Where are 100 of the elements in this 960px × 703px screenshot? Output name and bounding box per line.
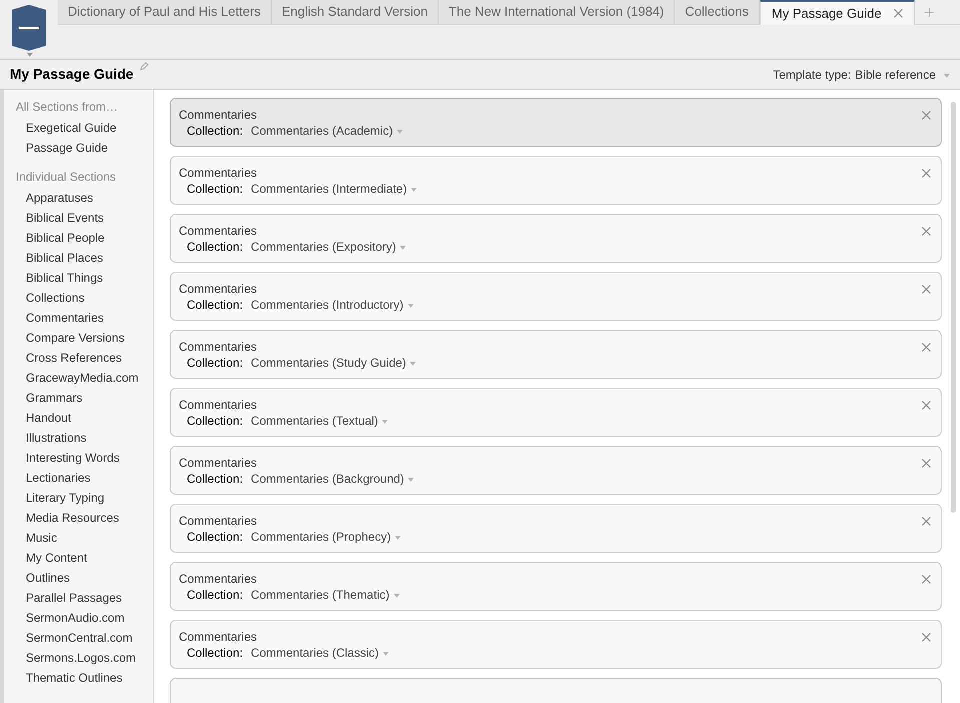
close-icon[interactable] xyxy=(922,285,931,294)
caret-icon xyxy=(394,594,400,598)
caret-icon xyxy=(408,478,414,482)
collection-dropdown[interactable]: Commentaries (Background) xyxy=(251,471,414,487)
sidebar-item[interactable]: GracewayMedia.com xyxy=(16,368,153,388)
close-icon[interactable] xyxy=(922,517,931,526)
section-title: Commentaries xyxy=(179,397,258,413)
section-title: Commentaries xyxy=(179,513,258,529)
section-title: Commentaries xyxy=(179,107,258,123)
section-card[interactable]: Commentaries Collection: Commentaries (Intermediate) xyxy=(170,156,942,205)
section-card[interactable]: Commentaries Collection: Commentaries (Classic) xyxy=(170,620,942,669)
caret-icon xyxy=(400,246,406,250)
field-label: Collection: xyxy=(187,413,244,429)
tab[interactable]: Dictionary of Paul and His Letters xyxy=(58,0,272,25)
template-type-dropdown[interactable]: Template type: Bible reference xyxy=(773,66,950,84)
sidebar-item[interactable]: Exegetical Guide xyxy=(16,118,153,138)
caret-icon xyxy=(382,420,388,424)
tab[interactable]: The New International Version (1984) xyxy=(438,0,676,25)
collection-dropdown[interactable]: Commentaries (Thematic) xyxy=(251,587,400,603)
sidebar-item[interactable]: Parallel Passages xyxy=(16,588,153,608)
collection-dropdown[interactable]: Commentaries (Expository) xyxy=(251,239,406,255)
field-label: Collection: xyxy=(187,587,244,603)
field-label: Collection: xyxy=(187,471,244,487)
caret-icon[interactable] xyxy=(27,53,33,57)
close-icon[interactable] xyxy=(922,169,931,178)
section-card[interactable]: Commentaries Collection: Commentaries (Prophecy) xyxy=(170,504,942,553)
field-label: Collection: xyxy=(187,529,244,545)
section-title: Commentaries xyxy=(179,281,258,297)
close-icon[interactable] xyxy=(922,227,931,236)
sidebar-item[interactable]: Passage Guide xyxy=(16,138,153,158)
section-card[interactable]: Commentaries Collection: Commentaries (Academic) xyxy=(170,98,942,147)
close-icon[interactable] xyxy=(922,343,931,352)
section-card[interactable]: Commentaries Collection: Commentaries (Thematic) xyxy=(170,562,942,611)
collection-dropdown[interactable]: Commentaries (Introductory) xyxy=(251,297,414,313)
collection-dropdown[interactable]: Commentaries (Academic) xyxy=(251,123,404,139)
caret-icon xyxy=(411,188,418,192)
sidebar-item[interactable]: Lectionaries xyxy=(16,468,153,488)
sidebar-item[interactable]: Biblical Things xyxy=(16,268,153,288)
sidebar-item[interactable]: Music xyxy=(16,528,153,548)
close-icon[interactable] xyxy=(922,459,931,468)
sidebar-item[interactable]: Media Resources xyxy=(16,508,153,528)
sidebar-item[interactable]: Cross References xyxy=(16,348,153,368)
sidebar-heading: All Sections from… xyxy=(16,99,120,116)
caret-icon xyxy=(397,130,404,134)
field-label: Collection: xyxy=(187,297,244,313)
tab[interactable]: My Passage Guide xyxy=(760,0,915,25)
section-title: Commentaries xyxy=(179,571,258,587)
sidebar-heading: Individual Sections xyxy=(16,169,118,186)
close-icon[interactable] xyxy=(922,111,931,120)
sidebar-item[interactable]: Sermons.Logos.com xyxy=(16,648,153,668)
section-title: Commentaries xyxy=(179,455,258,471)
section-title: Commentaries xyxy=(179,629,258,645)
caret-icon xyxy=(395,536,402,540)
pencil-icon[interactable] xyxy=(140,62,149,71)
close-icon[interactable] xyxy=(894,9,903,18)
sidebar-item[interactable]: Commentaries xyxy=(16,308,153,328)
sidebar-item[interactable]: Illustrations xyxy=(16,428,153,448)
tab[interactable]: Collections xyxy=(675,0,760,25)
sidebar-item[interactable]: SermonCentral.com xyxy=(16,628,153,648)
section-card[interactable]: Commentaries Collection: Commentaries (Study Guide) xyxy=(170,330,942,379)
sidebar-item[interactable]: Collections xyxy=(16,288,153,308)
section-card[interactable]: Commentaries Collection: Commentaries (Introductory) xyxy=(170,272,942,321)
sidebar-item[interactable]: Biblical Places xyxy=(16,248,153,268)
sidebar-item[interactable]: Outlines xyxy=(16,568,153,588)
close-icon[interactable] xyxy=(922,575,931,584)
sidebar-item[interactable]: Biblical People xyxy=(16,228,153,248)
sidebar-item[interactable]: Handout xyxy=(16,408,153,428)
sidebar-item[interactable]: Apparatuses xyxy=(16,188,153,208)
collection-dropdown[interactable]: Commentaries (Intermediate) xyxy=(251,181,418,197)
field-label: Collection: xyxy=(187,123,244,139)
guide-title: My Passage Guide xyxy=(10,65,134,84)
close-icon[interactable] xyxy=(922,401,931,410)
collection-dropdown[interactable]: Commentaries (Classic) xyxy=(251,645,390,661)
collection-dropdown[interactable]: Commentaries (Prophecy) xyxy=(251,529,402,545)
sidebar-item[interactable]: Literary Typing xyxy=(16,488,153,508)
field-label: Collection: xyxy=(187,239,244,255)
sidebar-item[interactable]: SermonAudio.com xyxy=(16,608,153,628)
field-label: Collection: xyxy=(187,181,244,197)
caret-icon xyxy=(410,362,416,366)
section-title: Commentaries xyxy=(179,223,258,239)
sidebar-item[interactable]: Thematic Outlines xyxy=(16,668,153,688)
section-card[interactable]: Commentaries Collection: Commentaries (Expository) xyxy=(170,214,942,263)
sidebar-item[interactable]: Compare Versions xyxy=(16,328,153,348)
section-card[interactable]: Commentaries Collection: Commentaries (Textual) xyxy=(170,388,942,437)
collection-dropdown[interactable]: Commentaries (Textual) xyxy=(251,413,388,429)
tab[interactable]: English Standard Version xyxy=(272,0,439,25)
section-title: Commentaries xyxy=(179,165,258,181)
caret-icon xyxy=(944,74,950,78)
section-title: Commentaries xyxy=(179,339,258,355)
field-label: Collection: xyxy=(187,355,244,371)
sidebar-item[interactable]: Biblical Events xyxy=(16,208,153,228)
app-logo-icon[interactable] xyxy=(12,5,46,51)
sidebar-item[interactable]: Interesting Words xyxy=(16,448,153,468)
sidebar-item[interactable]: Grammars xyxy=(16,388,153,408)
add-tab-icon[interactable] xyxy=(924,8,934,16)
scrollbar-thumb[interactable] xyxy=(950,102,956,513)
sidebar-item[interactable]: My Content xyxy=(16,548,153,568)
close-icon[interactable] xyxy=(922,633,931,642)
section-card[interactable]: Commentaries Collection: Commentaries (Background) xyxy=(170,446,942,495)
collection-dropdown[interactable]: Commentaries (Study Guide) xyxy=(251,355,416,371)
